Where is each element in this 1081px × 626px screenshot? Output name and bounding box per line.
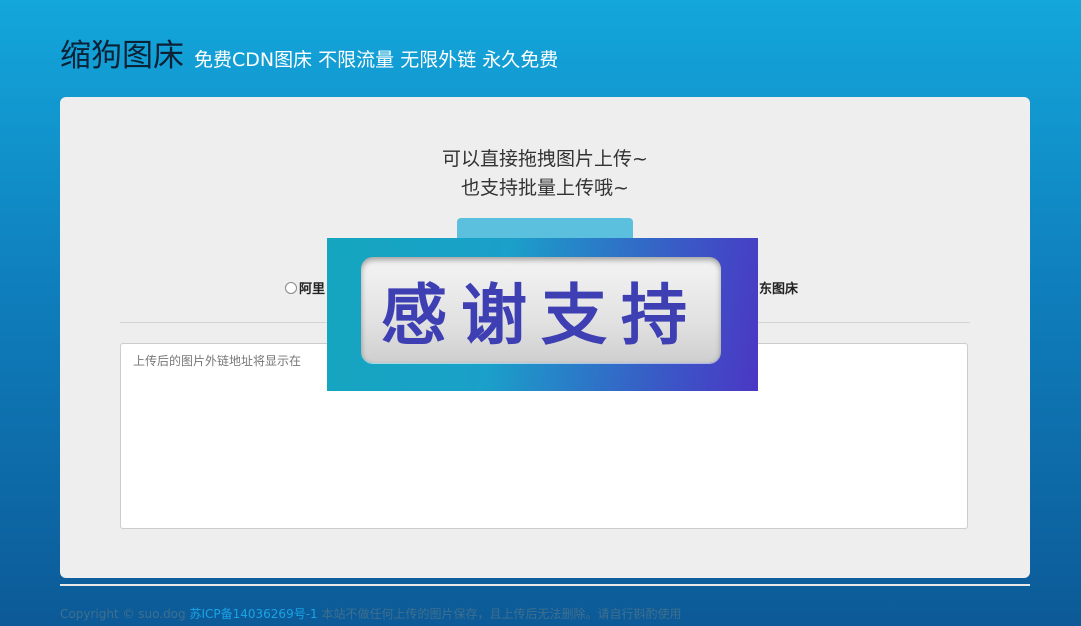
site-tagline: 免费CDN图床 不限流量 无限外链 永久免费 — [194, 49, 559, 71]
drop-hint-line-2: 也支持批量上传哦~ — [461, 177, 629, 199]
footer-notice: 本站不做任何上传的图片保存，且上传后无法删除。请自行斟酌使用 — [317, 607, 682, 621]
host-option-label: 东图床 — [759, 282, 799, 297]
drop-hint-line-1: 可以直接拖拽图片上传~ — [442, 148, 648, 170]
radio-icon[interactable] — [285, 281, 297, 294]
thanks-plate: 感谢支持 — [361, 257, 721, 363]
thanks-text: 感谢支持 — [381, 277, 701, 354]
thanks-banner[interactable]: 感谢支持 — [327, 238, 758, 391]
host-option-label: 阿里 — [299, 282, 326, 297]
host-option-aliyun[interactable]: 阿里 — [285, 278, 325, 297]
host-option-jd[interactable]: 东图床 — [759, 278, 798, 297]
icp-link[interactable]: 苏ICP备14036269号-1 — [189, 607, 317, 621]
footer: Copyright © suo.dog 苏ICP备14036269号-1 本站不… — [60, 605, 682, 622]
copyright-text: Copyright © suo.dog — [60, 607, 190, 621]
site-header: 缩狗图床 免费CDN图床 不限流量 无限外链 永久免费 — [60, 30, 558, 74]
drop-hint: 可以直接拖拽图片上传~ 也支持批量上传哦~ — [60, 145, 1030, 203]
site-title[interactable]: 缩狗图床 — [60, 30, 184, 75]
footer-divider — [60, 584, 1030, 586]
